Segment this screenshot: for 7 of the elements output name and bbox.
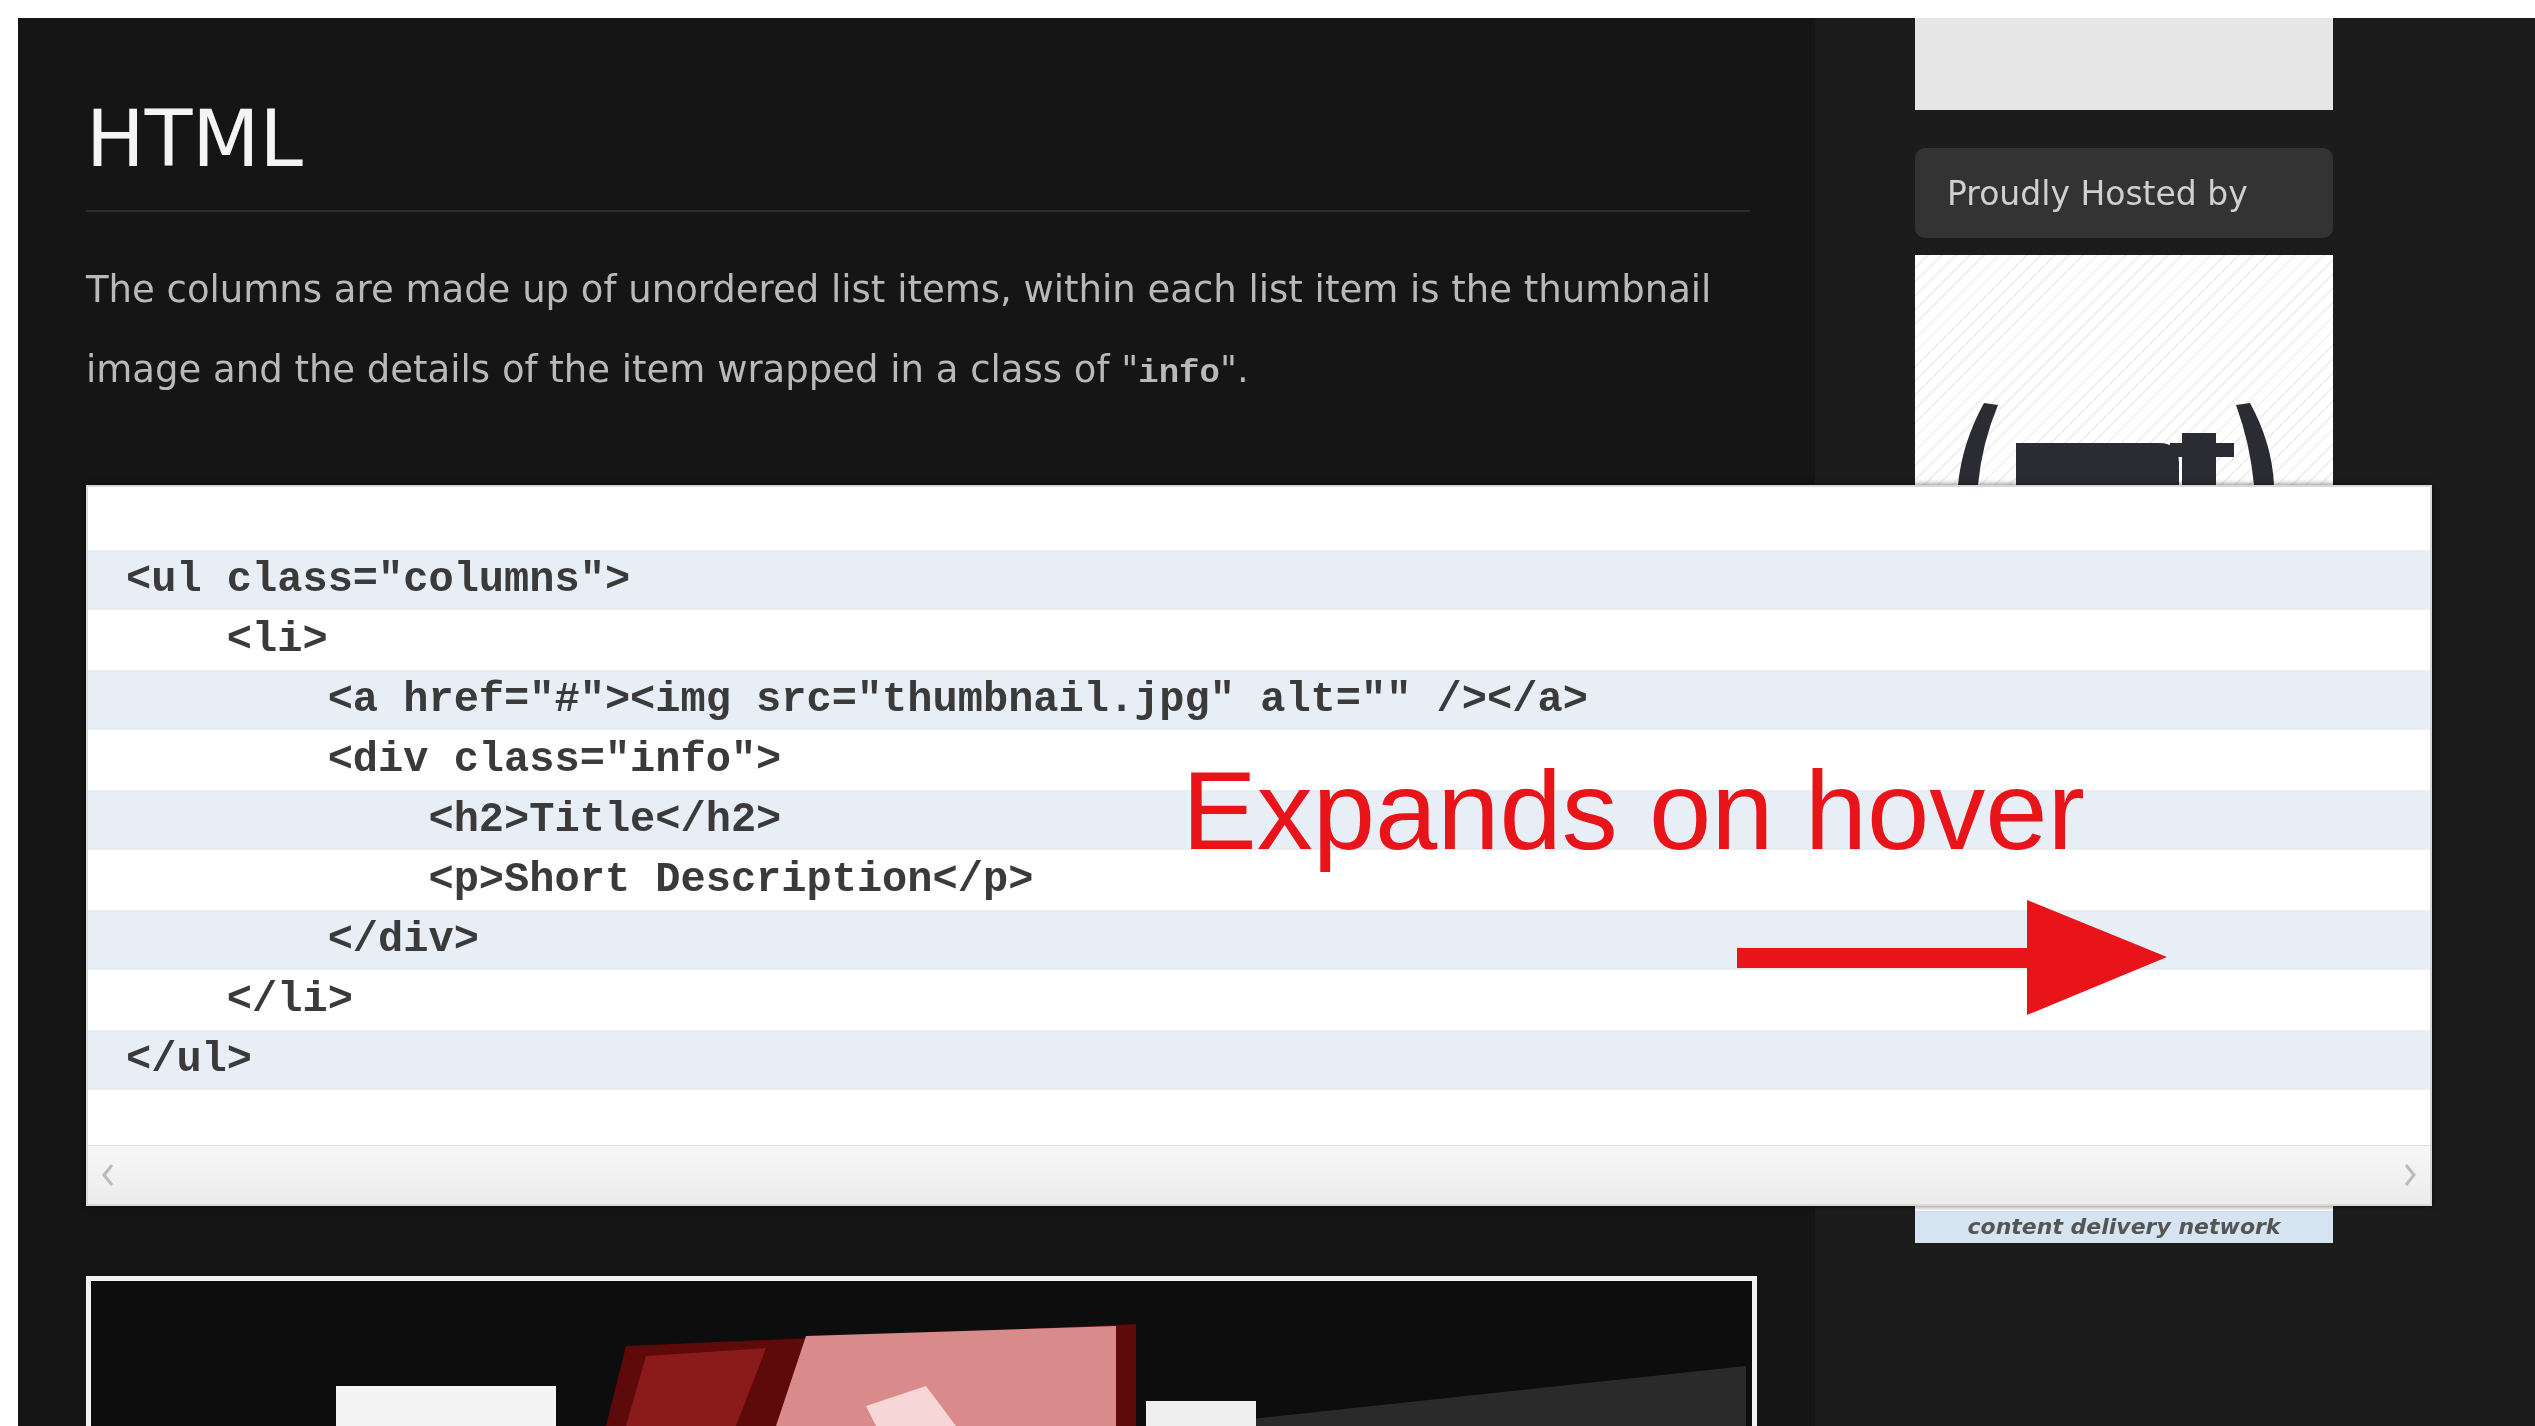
horizontal-scrollbar[interactable] [88,1145,2430,1204]
section-heading: HTML [86,100,305,178]
sidebar-label: Proudly Hosted by [1915,148,2333,238]
tagline: content delivery network [1915,1211,2333,1243]
paragraph: The columns are made up of unordered list items, within each list item is the thumbnail image and the details of the item wrapped in a class of "info". [86,267,1713,394]
right-arrow-icon [1737,900,2167,1015]
sponsor-banner[interactable] [1915,255,2333,485]
